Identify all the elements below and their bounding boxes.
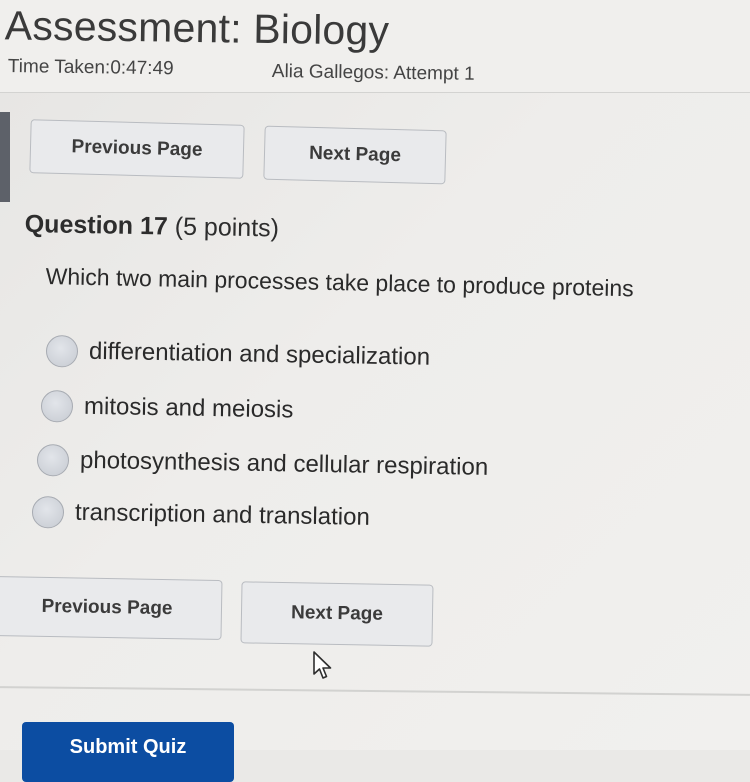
answer-option[interactable]: transcription and translation (31, 496, 370, 534)
question-text: Which two main processes take place to p… (45, 263, 634, 302)
answer-option[interactable]: mitosis and meiosis (40, 390, 294, 426)
submit-quiz-button[interactable]: Submit Quiz (22, 722, 234, 782)
next-page-button-top[interactable]: Next Page (263, 125, 447, 185)
quiz-page: r Assessment: Biology Time Taken:0:47:49… (0, 0, 750, 782)
previous-page-button-bottom[interactable]: Previous Page (0, 575, 223, 641)
page-title: r Assessment: Biology (0, 2, 390, 54)
previous-page-button-top[interactable]: Previous Page (29, 119, 245, 179)
sidebar-edge (0, 112, 10, 202)
time-taken: Time Taken:0:47:49 (7, 56, 174, 80)
next-page-button-bottom[interactable]: Next Page (240, 581, 434, 647)
radio-button[interactable] (36, 444, 70, 477)
answer-option[interactable]: differentiation and specialization (45, 335, 431, 374)
answer-option[interactable]: photosynthesis and cellular respiration (36, 444, 489, 484)
radio-button[interactable] (45, 335, 79, 368)
answer-option-label[interactable]: transcription and translation (75, 499, 370, 532)
answer-option-label[interactable]: differentiation and specialization (89, 338, 431, 372)
attempt-info: Alia Gallegos: Attempt 1 (271, 61, 475, 85)
question-points: (5 points) (174, 212, 280, 243)
answer-option-label[interactable]: photosynthesis and cellular respiration (80, 447, 489, 482)
answer-option-label[interactable]: mitosis and meiosis (84, 393, 294, 425)
question-number: Question 17 (24, 210, 169, 241)
section-divider (0, 686, 750, 696)
radio-button[interactable] (40, 390, 74, 423)
quiz-header: r Assessment: Biology Time Taken:0:47:49… (0, 0, 750, 93)
radio-button[interactable] (31, 496, 65, 529)
question-heading: Question 17 (5 points) (24, 210, 280, 243)
mouse-pointer-icon (313, 651, 332, 679)
